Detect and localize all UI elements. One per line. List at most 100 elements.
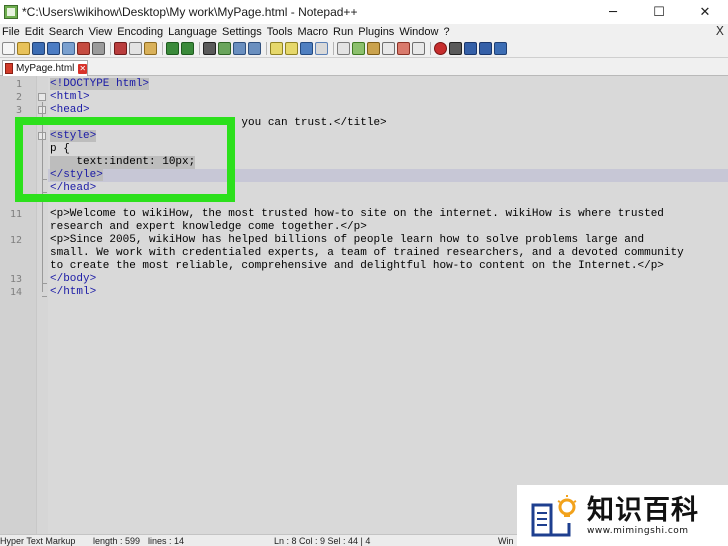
close-document-button[interactable]: X [716, 24, 724, 38]
stop-recording-icon[interactable] [449, 42, 462, 55]
copy-icon[interactable] [129, 42, 142, 55]
close-file-icon[interactable] [62, 42, 75, 55]
code-text: </body> [50, 273, 97, 285]
record-macro-icon[interactable] [434, 42, 447, 55]
line-number: 13 [9, 274, 22, 285]
toolbar [0, 40, 728, 58]
find-icon[interactable] [203, 42, 216, 55]
code-line-11b: research and expert knowledge come toget… [50, 221, 367, 234]
save-icon[interactable] [32, 42, 45, 55]
code-text: <html> [50, 91, 90, 103]
show-all-chars-icon[interactable] [315, 42, 328, 55]
tab-label: MyPage.html [16, 63, 75, 74]
user-language-icon[interactable] [352, 42, 365, 55]
zoom-out-icon[interactable] [248, 42, 261, 55]
menu-edit[interactable]: Edit [23, 26, 47, 38]
tab-bar: MyPage.html ✕ [0, 58, 728, 76]
window-controls: ─ ☐ ✕ [590, 0, 728, 24]
status-eol: Win [498, 536, 514, 546]
menu-settings[interactable]: Settings [220, 26, 265, 38]
indent-guide-icon[interactable] [337, 42, 350, 55]
open-file-icon[interactable] [17, 42, 30, 55]
line-number: 14 [9, 287, 22, 298]
save-macro-icon[interactable] [494, 42, 507, 55]
highlight-annotation-box [15, 117, 235, 202]
code-text: research and expert knowledge come toget… [50, 221, 367, 233]
code-line-12c: to create the most reliable, comprehensi… [50, 260, 664, 273]
code-text: small. We work with credentialed experts… [50, 247, 684, 259]
redo-icon[interactable] [181, 42, 194, 55]
status-file-type: Hyper Text Markup [0, 536, 76, 546]
code-line-3: <head> [50, 104, 90, 117]
play-macro-icon[interactable] [464, 42, 477, 55]
toolbar-separator [162, 42, 163, 55]
sync-vertical-icon[interactable] [270, 42, 283, 55]
menu-bar: File Edit Search View Encoding Language … [0, 24, 728, 40]
editor-area[interactable]: 1 2 3 11 12 13 14 <!DOCTYPE html> <html>… [0, 76, 728, 534]
close-all-icon[interactable] [77, 42, 90, 55]
menu-view[interactable]: View [87, 26, 116, 38]
toolbar-separator [333, 42, 334, 55]
monitoring-icon[interactable] [412, 42, 425, 55]
fold-toggle-icon[interactable] [38, 93, 46, 101]
toolbar-separator [266, 42, 267, 55]
replace-icon[interactable] [218, 42, 231, 55]
status-lines: lines : 14 [148, 536, 185, 546]
code-text: </html> [50, 286, 97, 298]
window-title: *C:\Users\wikihow\Desktop\My work\MyPage… [22, 5, 358, 19]
run-macro-multiple-icon[interactable] [479, 42, 492, 55]
function-list-icon[interactable] [382, 42, 395, 55]
status-position: Ln : 8 Col : 9 Sel : 44 | 4 [274, 536, 371, 546]
menu-window[interactable]: Window [397, 26, 441, 38]
book-lightbulb-logo-icon [529, 493, 579, 539]
menu-tools[interactable]: Tools [265, 26, 296, 38]
menu-run[interactable]: Run [331, 26, 356, 38]
menu-plugins[interactable]: Plugins [356, 26, 397, 38]
code-text: to create the most reliable, comprehensi… [50, 260, 664, 272]
new-file-icon[interactable] [2, 42, 15, 55]
undo-icon[interactable] [166, 42, 179, 55]
line-number: 11 [9, 209, 22, 220]
toolbar-separator [199, 42, 200, 55]
toolbar-separator [110, 42, 111, 55]
menu-search[interactable]: Search [47, 26, 87, 38]
title-bar: *C:\Users\wikihow\Desktop\My work\MyPage… [0, 0, 728, 24]
menu-help[interactable]: ? [441, 26, 452, 38]
code-line-14: </html> [50, 286, 96, 299]
menu-file[interactable]: File [0, 26, 23, 38]
line-number: 2 [15, 92, 22, 103]
minimize-button[interactable]: ─ [590, 0, 636, 24]
code-line-12a: <p>Since 2005, wikiHow has helped billio… [50, 234, 644, 247]
fold-end [42, 283, 47, 284]
watermark-url: www.mimingshi.com [587, 525, 689, 536]
watermark-brand: 知识百科 [587, 494, 699, 526]
maximize-button[interactable]: ☐ [636, 0, 682, 24]
notepad-plus-plus-icon [4, 5, 18, 19]
paste-icon[interactable] [144, 42, 157, 55]
tab-close-icon[interactable]: ✕ [78, 63, 87, 74]
menu-macro[interactable]: Macro [295, 26, 331, 38]
code-line-13: </body> [50, 273, 96, 286]
folder-workspace-icon[interactable] [397, 42, 410, 55]
code-text: <p>Since 2005, wikiHow has helped billio… [50, 234, 645, 246]
code-line-2: <html> [50, 91, 90, 104]
cut-icon[interactable] [114, 42, 127, 55]
save-all-icon[interactable] [47, 42, 60, 55]
watermark: 知识百科 www.mimingshi.com [517, 485, 728, 546]
word-wrap-icon[interactable] [300, 42, 313, 55]
code-text: <!DOCTYPE html> [50, 78, 150, 90]
close-button[interactable]: ✕ [682, 0, 728, 24]
code-line-12b: small. We work with credentialed experts… [50, 247, 684, 260]
document-map-icon[interactable] [367, 42, 380, 55]
code-text: <p>Welcome to wikiHow, the most trusted … [50, 208, 664, 220]
fold-end [42, 296, 47, 297]
sync-horizontal-icon[interactable] [285, 42, 298, 55]
menu-encoding[interactable]: Encoding [115, 26, 166, 38]
unsaved-file-icon [5, 63, 14, 74]
line-number: 1 [15, 79, 22, 90]
print-icon[interactable] [92, 42, 105, 55]
menu-language[interactable]: Language [166, 26, 220, 38]
code-line-1: <!DOCTYPE html> [50, 78, 150, 91]
tab-mypage[interactable]: MyPage.html ✕ [2, 60, 88, 76]
zoom-in-icon[interactable] [233, 42, 246, 55]
